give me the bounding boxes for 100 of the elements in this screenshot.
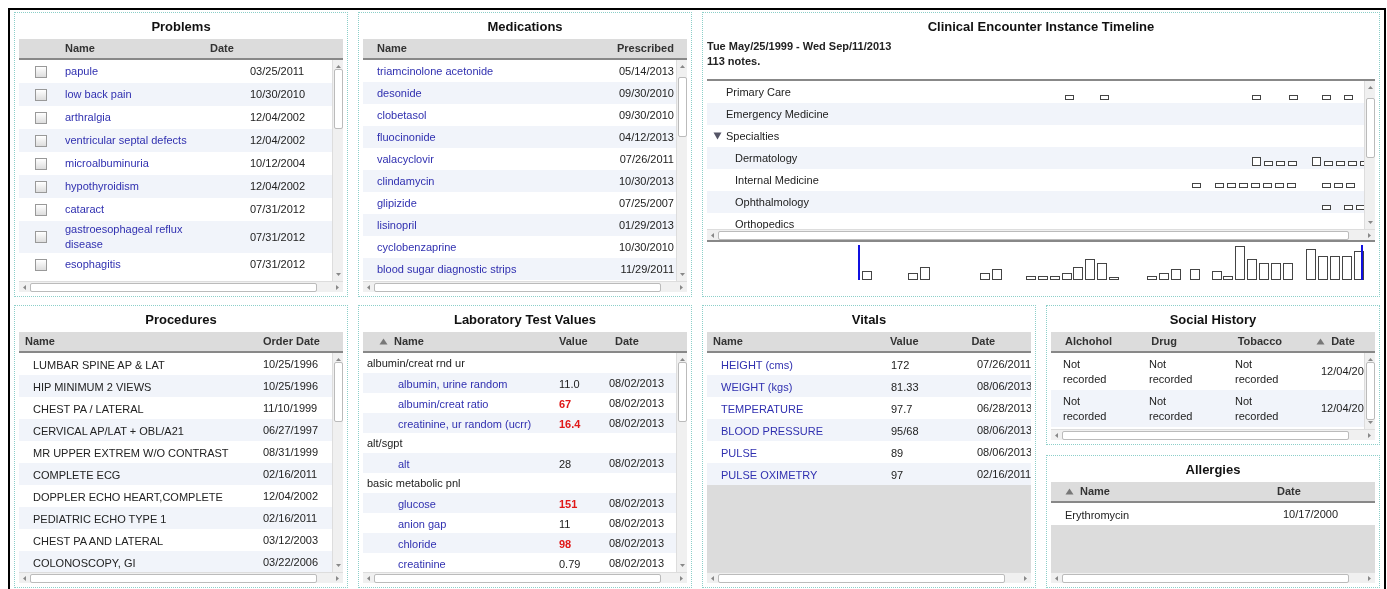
- category-label[interactable]: Primary Care: [726, 83, 791, 101]
- test-link[interactable]: creatinine, ur random (ucrr): [398, 418, 532, 430]
- test-link[interactable]: glucose: [398, 498, 436, 510]
- column-header[interactable]: Alchohol: [1065, 333, 1113, 350]
- scroll-right-icon[interactable]: [1367, 431, 1372, 439]
- vital-link[interactable]: PULSE: [721, 447, 758, 459]
- vital-link[interactable]: PULSE OXIMETRY: [721, 469, 818, 481]
- checkbox[interactable]: [35, 231, 47, 243]
- scroll-right-icon[interactable]: [335, 574, 340, 582]
- column-header[interactable]: Date: [1331, 333, 1355, 350]
- category-label[interactable]: Emergency Medicine: [726, 105, 829, 123]
- problem-link[interactable]: microalbuminuria: [65, 156, 149, 171]
- scroll-left-icon[interactable]: [1054, 574, 1059, 582]
- scroll-left-icon[interactable]: [1054, 431, 1059, 439]
- medication-link[interactable]: glipizide: [377, 194, 417, 212]
- medication-link[interactable]: valacyclovir: [377, 150, 434, 168]
- scroll-thumb[interactable]: [1062, 573, 1349, 583]
- scroll-left-icon[interactable]: [22, 283, 27, 291]
- column-header[interactable]: Name: [1080, 483, 1110, 500]
- checkbox[interactable]: [35, 134, 47, 147]
- medication-link[interactable]: desonide: [377, 84, 422, 102]
- checkbox[interactable]: [35, 258, 47, 271]
- vital-link[interactable]: BLOOD PRESSURE: [721, 425, 824, 437]
- scroll-thumb[interactable]: [30, 282, 317, 292]
- checkbox[interactable]: [35, 180, 47, 193]
- medication-link[interactable]: triamcinolone acetonide: [377, 62, 494, 80]
- test-link[interactable]: chloride: [398, 538, 437, 550]
- scroll-thumb[interactable]: [1365, 361, 1375, 421]
- horizontal-scrollbar[interactable]: [19, 572, 343, 583]
- column-header[interactable]: Name: [377, 40, 407, 57]
- vital-link[interactable]: TEMPERATURE: [721, 403, 804, 415]
- scroll-left-icon[interactable]: [710, 574, 715, 582]
- scroll-down-icon[interactable]: [678, 563, 686, 569]
- scroll-right-icon[interactable]: [1367, 231, 1372, 239]
- checkbox[interactable]: [35, 203, 47, 216]
- medication-link[interactable]: blood sugar diagnostic strips: [377, 260, 517, 278]
- category-label[interactable]: Internal Medicine: [735, 171, 819, 189]
- horizontal-scrollbar[interactable]: [707, 572, 1031, 583]
- scroll-thumb[interactable]: [677, 77, 687, 137]
- problem-link[interactable]: gastroesophageal reflux disease: [65, 222, 205, 252]
- category-label[interactable]: Specialties: [726, 127, 780, 145]
- scroll-left-icon[interactable]: [366, 283, 371, 291]
- scroll-right-icon[interactable]: [679, 283, 684, 291]
- horizontal-scrollbar[interactable]: [363, 572, 687, 583]
- test-link[interactable]: albumin/creat ratio: [398, 398, 489, 410]
- horizontal-scrollbar[interactable]: [19, 281, 343, 292]
- medication-link[interactable]: cyclobenzaprine: [377, 238, 457, 256]
- test-link[interactable]: albumin, urine random: [398, 378, 508, 390]
- scroll-down-icon[interactable]: [678, 272, 686, 278]
- vital-link[interactable]: WEIGHT (kgs): [721, 381, 793, 393]
- vertical-scrollbar[interactable]: [676, 60, 687, 281]
- medication-link[interactable]: clobetasol: [377, 106, 427, 124]
- column-header[interactable]: Tobacco: [1237, 333, 1283, 350]
- scroll-thumb[interactable]: [677, 362, 687, 422]
- column-header[interactable]: Name: [713, 333, 743, 350]
- scroll-thumb[interactable]: [718, 573, 1005, 583]
- vertical-scrollbar[interactable]: [1364, 353, 1375, 429]
- horizontal-scrollbar[interactable]: [363, 281, 687, 292]
- problem-link[interactable]: ventricular septal defects: [65, 133, 187, 148]
- column-header[interactable]: Value: [559, 333, 588, 350]
- column-header[interactable]: Name: [25, 333, 55, 350]
- scroll-left-icon[interactable]: [366, 574, 371, 582]
- scroll-thumb[interactable]: [374, 282, 661, 292]
- scroll-thumb[interactable]: [1062, 430, 1349, 440]
- scroll-right-icon[interactable]: [1367, 574, 1372, 582]
- checkbox[interactable]: [35, 111, 47, 124]
- scroll-left-icon[interactable]: [710, 231, 715, 239]
- vital-link[interactable]: HEIGHT (cms): [721, 359, 793, 371]
- scroll-left-icon[interactable]: [22, 574, 27, 582]
- scroll-up-icon[interactable]: [1366, 84, 1374, 90]
- scroll-thumb[interactable]: [1365, 98, 1375, 158]
- vertical-scrollbar[interactable]: [332, 60, 343, 281]
- problem-link[interactable]: hypothyroidism: [65, 179, 139, 194]
- column-header[interactable]: Value: [889, 333, 919, 350]
- scroll-thumb[interactable]: [30, 573, 317, 583]
- checkbox[interactable]: [35, 157, 47, 170]
- collapse-triangle-icon[interactable]: [713, 132, 722, 140]
- scroll-up-icon[interactable]: [678, 63, 686, 69]
- category-label[interactable]: Ophthalmology: [735, 193, 809, 211]
- scroll-right-icon[interactable]: [1023, 574, 1028, 582]
- test-link[interactable]: anion gap: [398, 518, 447, 530]
- category-label[interactable]: Dermatology: [735, 149, 798, 167]
- column-header[interactable]: Order Date: [263, 333, 320, 350]
- scroll-thumb[interactable]: [333, 362, 343, 422]
- horizontal-scrollbar[interactable]: [1051, 429, 1375, 440]
- column-header[interactable]: Date: [210, 40, 234, 57]
- medication-link[interactable]: clindamycin: [377, 172, 435, 190]
- scroll-down-icon[interactable]: [334, 272, 342, 278]
- column-header[interactable]: Name: [394, 333, 424, 350]
- problem-link[interactable]: arthralgia: [65, 110, 111, 125]
- scroll-down-icon[interactable]: [334, 563, 342, 569]
- scroll-down-icon[interactable]: [1366, 220, 1374, 226]
- checkbox[interactable]: [35, 65, 47, 78]
- column-header[interactable]: Drug: [1151, 333, 1177, 350]
- problem-link[interactable]: papule: [65, 64, 99, 79]
- vertical-scrollbar[interactable]: [676, 353, 687, 572]
- vertical-scrollbar[interactable]: [1364, 81, 1375, 229]
- medication-link[interactable]: fluocinonide: [377, 128, 436, 146]
- scroll-thumb[interactable]: [374, 573, 661, 583]
- scroll-thumb[interactable]: [333, 69, 343, 129]
